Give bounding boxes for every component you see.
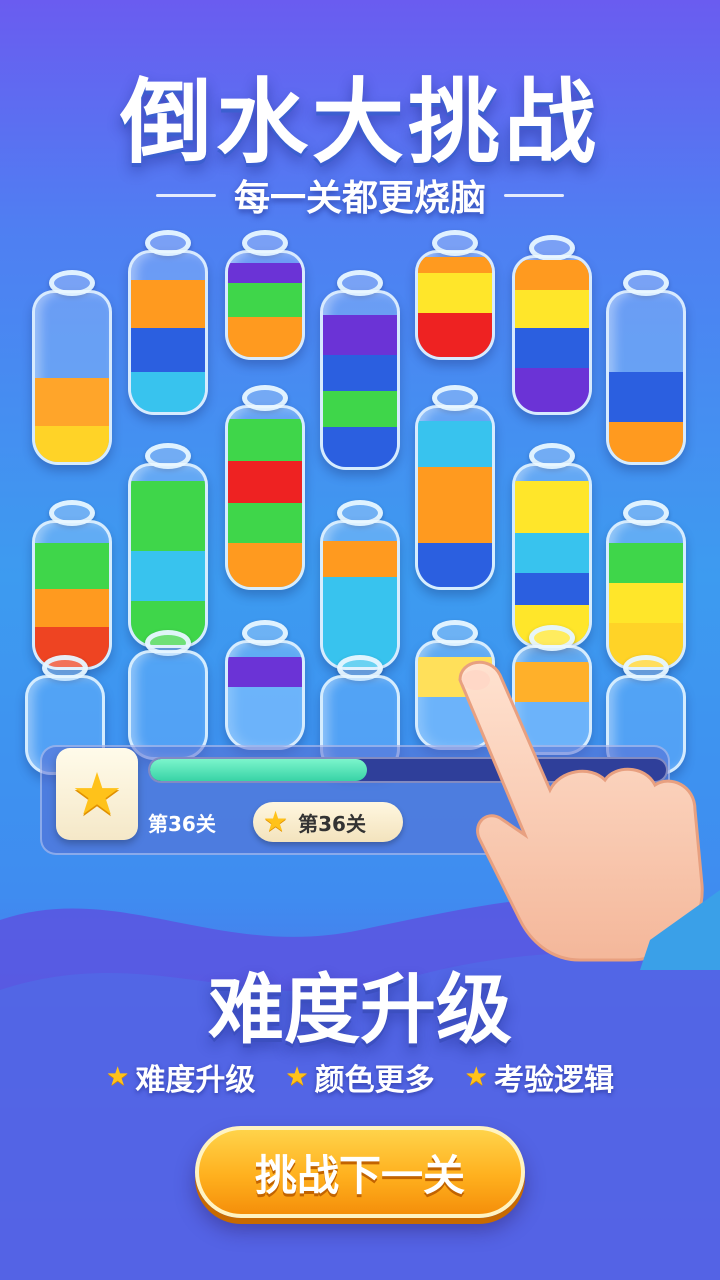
liquid-layer (515, 368, 589, 412)
feature-item: ★ 考验逻辑 (465, 1055, 614, 1099)
level-label: 第36关 (148, 812, 216, 836)
liquid-layer (323, 541, 397, 577)
liquid-layer (131, 551, 205, 601)
liquid-layer (228, 283, 302, 317)
subtitle-row: 每一关都更烧脑 (0, 170, 720, 220)
next-level-button[interactable]: 挑战下一关 (195, 1126, 525, 1218)
bottle-glass (32, 520, 112, 670)
bottle[interactable] (225, 620, 305, 750)
bottle-glass (225, 405, 305, 590)
bottle[interactable] (512, 235, 592, 415)
liquid-layer (131, 481, 205, 551)
liquid-layer (418, 313, 492, 357)
liquid-layer (35, 589, 109, 627)
star-icon: ★ (285, 1062, 309, 1092)
bottle-glass (512, 463, 592, 648)
bottle-glass (512, 255, 592, 415)
liquid-layer (323, 315, 397, 355)
bottle[interactable] (32, 270, 112, 465)
liquid-layer (131, 372, 205, 412)
liquid-layer (515, 481, 589, 533)
pointing-hand-icon (458, 660, 720, 970)
section-title: 难度升级 (208, 965, 512, 1054)
liquid-layer (515, 533, 589, 573)
divider-right (504, 193, 564, 197)
bottle[interactable] (415, 230, 495, 360)
bottle-glass (320, 290, 400, 470)
liquid-layer (35, 543, 109, 589)
star-icon: ★ (464, 1062, 488, 1092)
bottle[interactable] (606, 270, 686, 465)
liquid-layer (228, 317, 302, 357)
liquid-layer (35, 378, 109, 426)
bottle-glass (128, 250, 208, 415)
feature-item: ★ 难度升级 (106, 1055, 255, 1099)
subtitle: 每一关都更烧脑 (233, 178, 486, 219)
liquid-layer (515, 328, 589, 368)
bottle[interactable] (512, 443, 592, 648)
feature-label: 颜色更多 (314, 1063, 435, 1098)
game-title: 倒水大挑战 (119, 69, 600, 176)
liquid-layer (515, 573, 589, 605)
level-pill: ★ 第36关 (253, 802, 403, 842)
bottle[interactable] (128, 630, 208, 760)
bottle-glass (320, 520, 400, 670)
star-icon: ★ (71, 760, 123, 828)
liquid-layer (609, 372, 683, 422)
bottle-glass (606, 290, 686, 465)
bottle[interactable] (32, 500, 112, 670)
level-pill-label: 第36关 (298, 811, 366, 836)
liquid-layer (609, 422, 683, 462)
divider-left (155, 193, 216, 197)
bottle-glass (128, 463, 208, 648)
bottle[interactable] (128, 443, 208, 648)
liquid-layer (515, 260, 589, 290)
star-card: ★ (56, 748, 138, 840)
liquid-layer (609, 543, 683, 583)
liquid-layer (323, 427, 397, 467)
liquid-layer (323, 391, 397, 427)
liquid-layer (228, 461, 302, 503)
bottle[interactable] (128, 230, 208, 415)
bottle[interactable] (415, 385, 495, 590)
star-icon: ★ (106, 1062, 130, 1092)
progress-fill (150, 759, 367, 781)
bottle-glass (415, 405, 495, 590)
liquid-layer (515, 290, 589, 328)
feature-list: ★ 难度升级 ★ 颜色更多 ★ 考验逻辑 (0, 1055, 720, 1099)
star-icon: ★ (263, 805, 289, 838)
liquid-layer (418, 543, 492, 587)
liquid-layer (418, 421, 492, 467)
bottle-glass (415, 250, 495, 360)
bottle-glass (225, 640, 305, 750)
liquid-layer (418, 467, 492, 543)
liquid-layer (131, 328, 205, 372)
bottle-glass (225, 250, 305, 360)
bottle-glass (32, 290, 112, 465)
bottle-glass (128, 650, 208, 760)
liquid-layer (323, 355, 397, 391)
bottle[interactable] (225, 230, 305, 360)
liquid-layer (609, 583, 683, 623)
liquid-layer (228, 263, 302, 283)
liquid-layer (228, 543, 302, 587)
liquid-layer (323, 577, 397, 667)
bottle[interactable] (320, 500, 400, 670)
bottle[interactable] (320, 270, 400, 470)
liquid-layer (228, 687, 302, 747)
feature-label: 考验逻辑 (493, 1063, 614, 1098)
liquid-layer (228, 503, 302, 543)
liquid-layer (35, 426, 109, 462)
liquid-layer (228, 657, 302, 687)
liquid-layer (418, 257, 492, 273)
feature-label: 难度升级 (135, 1063, 256, 1098)
liquid-layer (131, 280, 205, 328)
bottle[interactable] (225, 385, 305, 590)
liquid-layer (418, 273, 492, 313)
liquid-layer (228, 419, 302, 461)
feature-item: ★ 颜色更多 (285, 1055, 434, 1099)
